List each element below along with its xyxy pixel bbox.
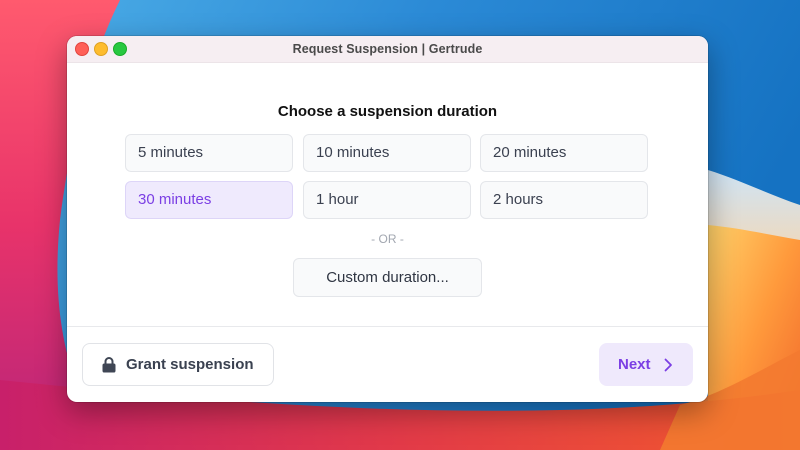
grant-suspension-button[interactable]: Grant suspension: [82, 343, 274, 386]
or-separator: - OR -: [371, 232, 404, 246]
duration-option-1-hour[interactable]: 1 hour: [303, 181, 471, 219]
duration-option-2-hours[interactable]: 2 hours: [480, 181, 648, 219]
window-titlebar: Request Suspension | Gertrude: [67, 36, 708, 63]
chevron-right-icon: [664, 358, 672, 372]
grant-suspension-label: Grant suspension: [126, 356, 254, 373]
duration-option-20-minutes[interactable]: 20 minutes: [480, 134, 648, 172]
dialog-heading: Choose a suspension duration: [277, 103, 498, 120]
next-label: Next: [618, 356, 651, 373]
custom-duration-button[interactable]: Custom duration...: [293, 258, 482, 297]
next-button[interactable]: Next: [599, 343, 693, 386]
duration-option-30-minutes[interactable]: 30 minutes: [125, 181, 293, 219]
window-title: Request Suspension | Gertrude: [292, 42, 483, 56]
duration-option-10-minutes[interactable]: 10 minutes: [303, 134, 471, 172]
duration-option-5-minutes[interactable]: 5 minutes: [125, 134, 293, 172]
request-suspension-window: Request Suspension | Gertrude Choose a s…: [67, 36, 708, 402]
footer-divider: [67, 326, 708, 327]
lock-icon: [102, 357, 116, 373]
